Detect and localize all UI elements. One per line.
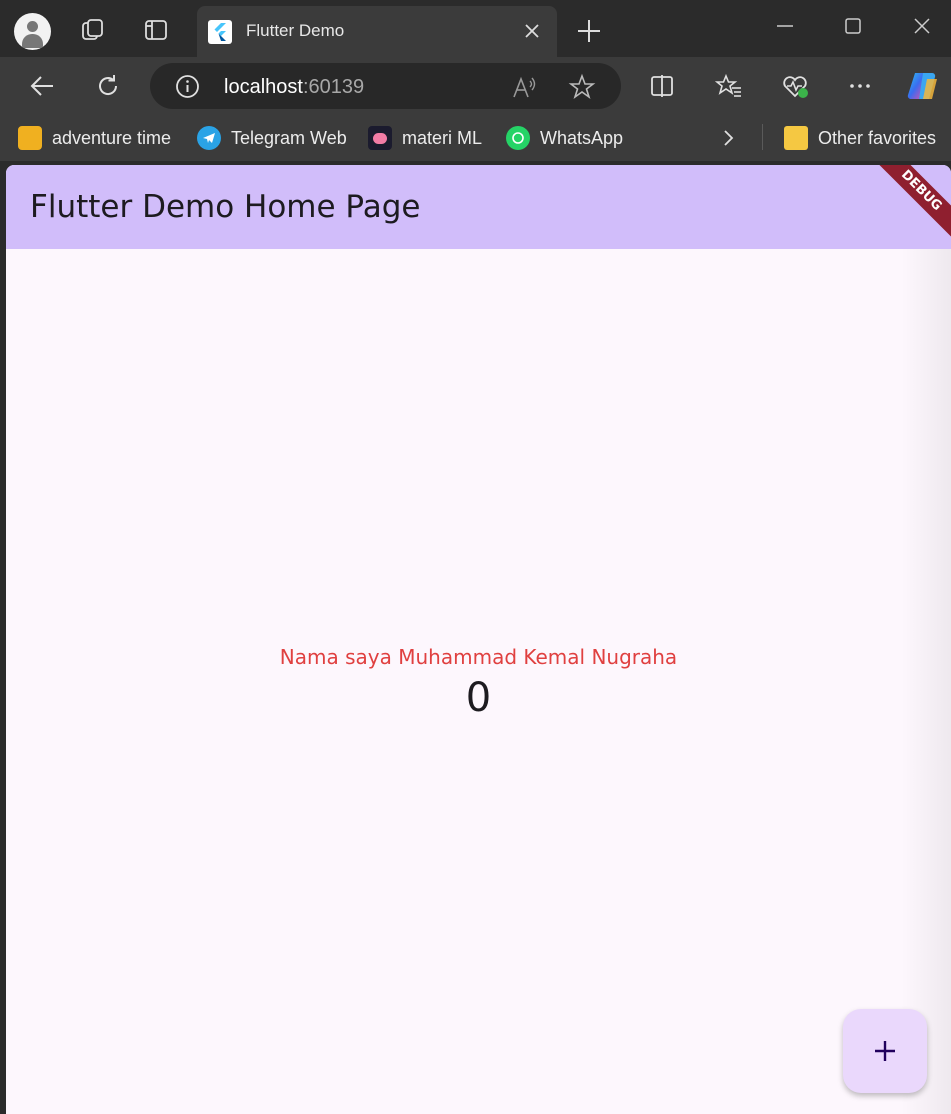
folder-icon <box>784 126 808 150</box>
page-body: Nama saya Muhammad Kemal Nugraha 0 <box>6 249 951 1114</box>
other-favorites-folder[interactable]: Other favorites <box>784 124 936 152</box>
debug-banner: DEBUG <box>870 165 951 242</box>
close-tab-icon[interactable] <box>521 20 543 42</box>
bookmark-adventure-time[interactable]: adventure time <box>18 124 171 152</box>
url-port: :60139 <box>302 76 365 98</box>
app-bar: Flutter Demo Home Page DEBUG <box>6 165 951 249</box>
close-window-icon[interactable] <box>907 14 937 42</box>
counter-value: 0 <box>465 675 492 721</box>
brain-icon <box>368 126 392 150</box>
refresh-icon[interactable] <box>91 69 125 103</box>
site-info-icon[interactable] <box>175 74 200 99</box>
profile-avatar[interactable] <box>14 13 51 50</box>
chevron-right-icon[interactable] <box>716 126 740 150</box>
page-viewport: Flutter Demo Home Page DEBUG Nama saya M… <box>6 165 951 1114</box>
vertical-tabs-icon[interactable] <box>140 14 172 46</box>
bookmark-telegram-web[interactable]: Telegram Web <box>197 124 347 152</box>
bookmark-label: WhatsApp <box>540 127 624 148</box>
url-host: localhost <box>224 76 303 98</box>
back-icon[interactable] <box>25 69 59 103</box>
tab-flutter-demo[interactable]: Flutter Demo <box>197 6 557 57</box>
bookmark-whatsapp[interactable]: WhatsApp <box>506 124 623 152</box>
other-favorites-label: Other favorites <box>818 127 937 148</box>
whatsapp-icon <box>506 126 530 150</box>
plus-icon <box>875 1041 895 1061</box>
maximize-icon[interactable] <box>838 14 868 42</box>
new-tab-icon[interactable] <box>574 16 604 46</box>
bookmark-label: materi ML <box>402 127 483 148</box>
name-message: Nama saya Muhammad Kemal Nugraha <box>279 645 678 669</box>
adventure-time-icon <box>18 126 42 150</box>
url-text: localhost:60139 <box>224 76 364 99</box>
add-favorite-star-icon[interactable] <box>568 73 596 101</box>
tab-title: Flutter Demo <box>246 21 345 40</box>
minimize-icon[interactable] <box>770 14 800 42</box>
read-aloud-icon[interactable] <box>510 73 538 101</box>
workspaces-icon[interactable] <box>77 14 109 46</box>
browser-essentials-icon[interactable] <box>778 69 812 103</box>
flutter-icon <box>208 20 232 44</box>
bookmarks-divider <box>762 124 763 150</box>
split-screen-icon[interactable] <box>645 69 679 103</box>
telegram-icon <box>197 126 221 150</box>
copilot-icon[interactable] <box>904 66 944 106</box>
increment-button[interactable] <box>843 1009 927 1093</box>
more-options-icon[interactable] <box>843 69 877 103</box>
navigation-bar: localhost:60139 <box>0 57 951 115</box>
bookmark-label: adventure time <box>52 127 172 148</box>
tab-strip: Flutter Demo <box>0 0 951 57</box>
page-title: Flutter Demo Home Page <box>30 189 421 225</box>
bookmark-materi-ml[interactable]: materi ML <box>368 124 482 152</box>
favorites-icon[interactable] <box>712 69 746 103</box>
bookmarks-bar: adventure time Telegram Web materi ML Wh… <box>0 115 951 161</box>
bookmark-label: Telegram Web <box>231 127 347 148</box>
address-bar[interactable]: localhost:60139 <box>150 63 621 109</box>
